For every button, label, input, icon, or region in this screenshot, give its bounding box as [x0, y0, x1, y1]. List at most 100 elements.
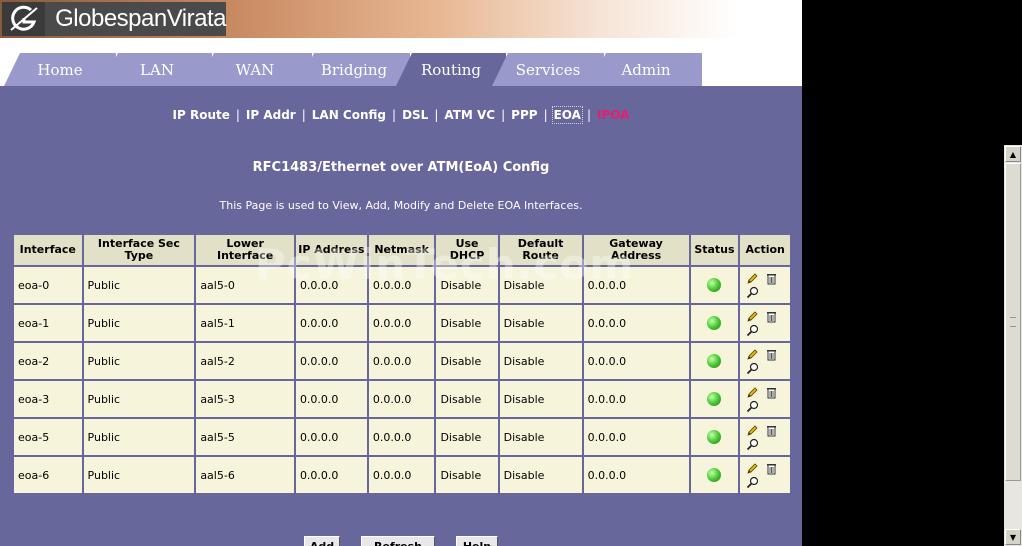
cell-default-route: Disable — [497, 455, 584, 495]
delete-trash-icon[interactable] — [765, 272, 778, 285]
tab-lan[interactable]: LAN — [102, 53, 212, 86]
edit-pencil-icon[interactable] — [746, 310, 759, 323]
cell-use-dhcp: Disable — [434, 417, 500, 457]
submenu-separator: | — [235, 108, 240, 122]
column-header-gateway-address: Gateway Address — [581, 233, 691, 267]
submenu-eoa[interactable]: EOA — [551, 106, 584, 124]
cell-use-dhcp: Disable — [434, 455, 500, 495]
cell-interface: eoa-1 — [12, 303, 84, 343]
cell-use-dhcp: Disable — [434, 265, 500, 305]
table-row: eoa-0 Public aal5-0 0.0.0.0 0.0.0.0 Disable Di… — [12, 265, 792, 305]
cell-use-dhcp: Disable — [434, 379, 500, 419]
cell-gateway-address: 0.0.0.0 — [581, 341, 691, 381]
tab-wan[interactable]: WAN — [198, 53, 312, 86]
cell-ip-address: 0.0.0.0 — [293, 379, 369, 419]
edit-pencil-icon[interactable] — [746, 462, 759, 475]
cell-ip-address: 0.0.0.0 — [293, 341, 369, 381]
cell-sec-type: Public — [81, 303, 197, 343]
delete-trash-icon[interactable] — [765, 386, 778, 399]
view-magnifier-icon[interactable] — [746, 438, 759, 451]
brand-logo: GlobespanVirata — [2, 2, 226, 36]
cell-status — [688, 303, 741, 343]
add-button[interactable]: Add — [304, 536, 340, 546]
cell-sec-type: Public — [81, 455, 197, 495]
submenu-atm-vc[interactable]: ATM VC — [444, 108, 495, 122]
cell-sec-type: Public — [81, 341, 197, 381]
status-ok-icon — [707, 392, 722, 406]
cell-netmask: 0.0.0.0 — [366, 455, 437, 495]
column-header-status: Status — [688, 233, 741, 267]
delete-trash-icon[interactable] — [765, 348, 778, 361]
submenu-ip-route[interactable]: IP Route — [173, 108, 230, 122]
router-admin-frame: GlobespanVirata Home LAN WAN Bridging Ro… — [0, 0, 802, 546]
cell-netmask: 0.0.0.0 — [366, 379, 437, 419]
cell-lower-interface: aal5-3 — [194, 379, 296, 419]
cell-action — [738, 455, 792, 495]
cell-action — [738, 265, 792, 305]
edit-pencil-icon[interactable] — [746, 424, 759, 437]
scroll-down-icon[interactable]: ▼ — [1005, 529, 1021, 545]
cell-use-dhcp: Disable — [434, 341, 500, 381]
cell-default-route: Disable — [497, 265, 584, 305]
column-header-default-route: Default Route — [497, 233, 584, 267]
submenu-ipoa[interactable]: IPOA — [597, 108, 629, 122]
delete-trash-icon[interactable] — [765, 424, 778, 437]
submenu-ppp[interactable]: PPP — [511, 108, 537, 122]
view-magnifier-icon[interactable] — [746, 324, 759, 337]
cell-interface: eoa-3 — [12, 379, 84, 419]
scrollbar-thumb[interactable] — [1005, 163, 1021, 481]
cell-gateway-address: 0.0.0.0 — [581, 455, 691, 495]
tab-routing[interactable]: Routing — [396, 53, 506, 86]
table-row: eoa-3 Public aal5-3 0.0.0.0 0.0.0.0 Disable Di… — [12, 379, 792, 419]
help-button[interactable]: Help — [456, 536, 498, 546]
vertical-scrollbar[interactable]: ▲ ▼ — [1004, 145, 1022, 546]
tab-admin[interactable]: Admin — [590, 53, 702, 86]
edit-pencil-icon[interactable] — [746, 272, 759, 285]
view-magnifier-icon[interactable] — [746, 286, 759, 299]
table-row: eoa-1 Public aal5-1 0.0.0.0 0.0.0.0 Disable Di… — [12, 303, 792, 343]
status-ok-icon — [707, 354, 722, 368]
eoa-interfaces-table: Interface Interface Sec Type Lower Inter… — [12, 233, 792, 495]
refresh-button[interactable]: Refresh — [361, 536, 435, 546]
delete-trash-icon[interactable] — [765, 462, 778, 475]
tab-home[interactable]: Home — [4, 53, 116, 86]
cell-netmask: 0.0.0.0 — [366, 417, 437, 457]
tab-bridging[interactable]: Bridging — [298, 53, 410, 86]
view-magnifier-icon[interactable] — [746, 400, 759, 413]
logo-icon — [2, 2, 46, 36]
cell-interface: eoa-2 — [12, 341, 84, 381]
submenu-dsl[interactable]: DSL — [402, 108, 428, 122]
cell-netmask: 0.0.0.0 — [366, 341, 437, 381]
delete-trash-icon[interactable] — [765, 310, 778, 323]
submenu-separator: | — [586, 108, 592, 122]
cell-interface: eoa-6 — [12, 455, 84, 495]
cell-gateway-address: 0.0.0.0 — [581, 303, 691, 343]
view-magnifier-icon[interactable] — [746, 476, 759, 489]
edit-pencil-icon[interactable] — [746, 348, 759, 361]
edit-pencil-icon[interactable] — [746, 386, 759, 399]
submenu-separator: | — [392, 108, 397, 122]
submenu-separator: | — [543, 108, 548, 122]
table-row: eoa-6 Public aal5-6 0.0.0.0 0.0.0.0 Disable Di… — [12, 455, 792, 495]
cell-gateway-address: 0.0.0.0 — [581, 379, 691, 419]
cell-default-route: Disable — [497, 303, 584, 343]
submenu-ip-addr[interactable]: IP Addr — [246, 108, 296, 122]
view-magnifier-icon[interactable] — [746, 362, 759, 375]
column-header-action: Action — [738, 233, 792, 267]
column-header-interface: Interface — [12, 233, 84, 267]
status-ok-icon — [707, 316, 722, 330]
cell-use-dhcp: Disable — [434, 303, 500, 343]
table-body: eoa-0 Public aal5-0 0.0.0.0 0.0.0.0 Disable Di… — [12, 265, 792, 495]
cell-lower-interface: aal5-0 — [194, 265, 296, 305]
cell-status — [688, 341, 741, 381]
header-banner: GlobespanVirata — [0, 0, 802, 38]
cell-status — [688, 455, 741, 495]
scroll-up-icon[interactable]: ▲ — [1005, 146, 1021, 162]
main-tabs: Home LAN WAN Bridging Routing Services A… — [0, 40, 802, 86]
status-ok-icon — [707, 430, 722, 444]
tab-services[interactable]: Services — [492, 53, 604, 86]
submenu-lan-config[interactable]: LAN Config — [312, 108, 386, 122]
page-title: RFC1483/Ethernet over ATM(EoA) Config — [252, 160, 550, 175]
column-header-sec-type: Interface Sec Type — [81, 233, 197, 267]
status-ok-icon — [707, 278, 722, 292]
